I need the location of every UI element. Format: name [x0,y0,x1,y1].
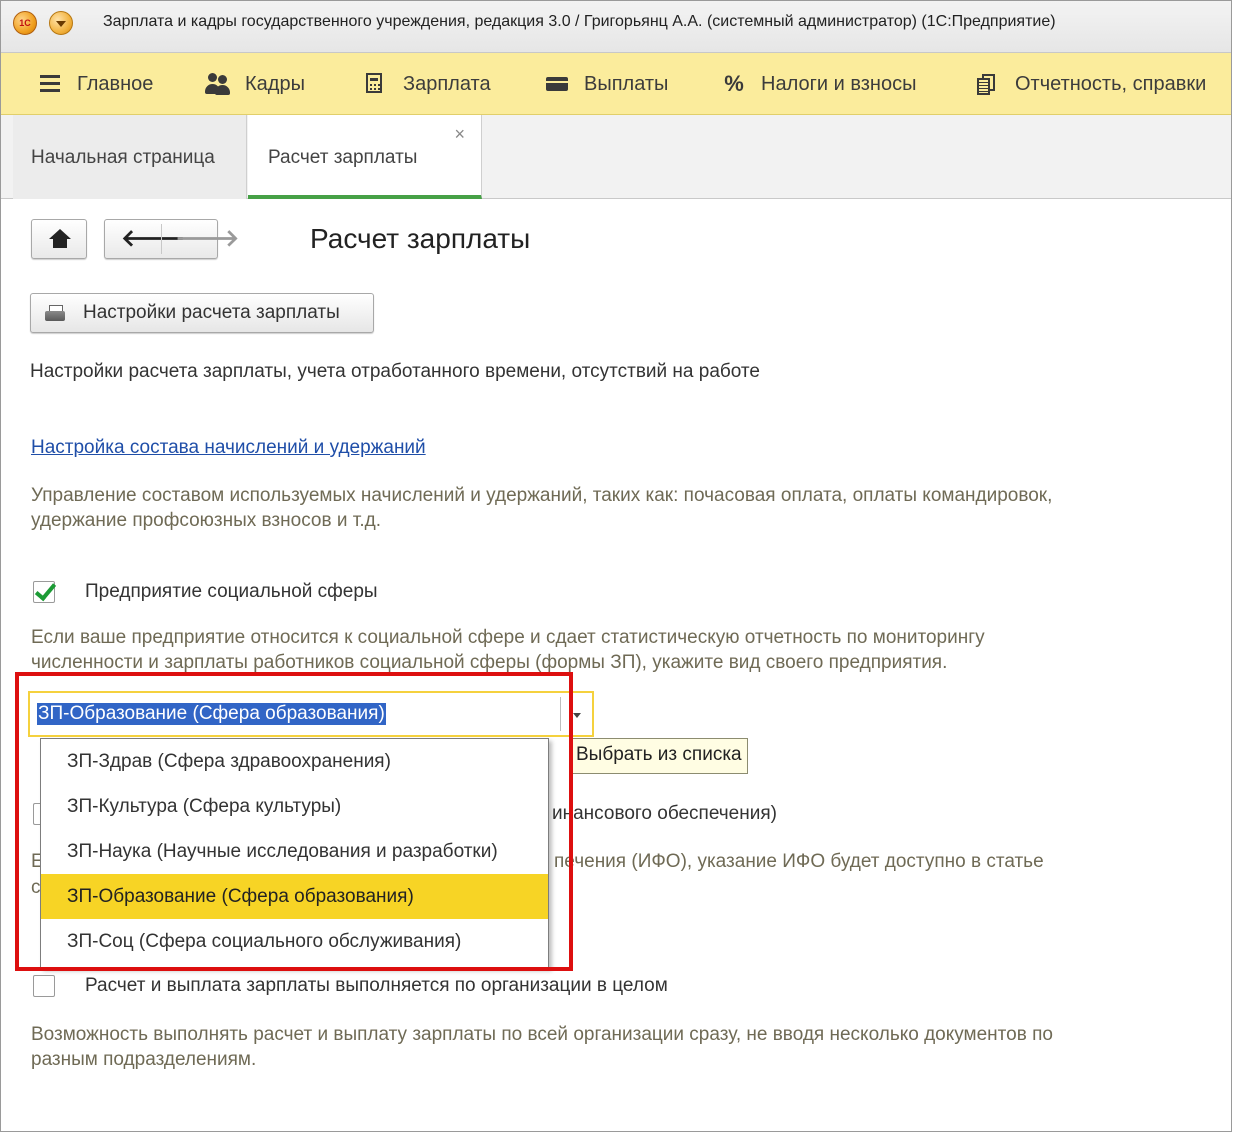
section-taxes[interactable]: % Налоги и взносы [721,53,916,115]
settings-description: Настройки расчета зарплаты, учета отрабо… [30,361,760,382]
close-icon[interactable]: × [454,125,465,143]
calculator-icon [363,72,389,96]
chevron-down-icon[interactable] [573,713,581,718]
card-icon [544,72,570,96]
salary-settings-button[interactable]: Настройки расчета зарплаты [30,293,374,333]
dropdown-option[interactable]: ЗП-Здрав (Сфера здравоохранения) [41,739,548,784]
printer-icon [45,305,65,322]
choose-from-list-tooltip: Выбрать из списка [570,738,748,774]
dropdown-option[interactable]: ЗП-Наука (Научные исследования и разрабо… [41,829,548,874]
menu-lines-icon [37,72,63,96]
funding-source-label-partial: инансового обеспечения) [552,803,777,824]
section-payments-label: Выплаты [584,72,669,95]
section-salary[interactable]: Зарплата [363,53,491,115]
application-window: 1C Зарплата и кадры государственного учр… [0,0,1232,1132]
section-reports[interactable]: Отчетность, справки [975,53,1206,115]
tab-salary-calculation[interactable]: Расчет зарплаты × [248,115,482,199]
section-salary-label: Зарплата [403,72,491,95]
main-menu-icon[interactable] [49,11,73,35]
page-title: Расчет зарплаты [310,223,531,254]
social-hint-line-1: Если ваше предприятие относится к социал… [31,627,985,648]
documents-icon [975,72,1001,96]
select-current-value[interactable]: ЗП-Образование (Сфера образования) [37,703,386,725]
section-main[interactable]: Главное [37,53,153,115]
section-payments[interactable]: Выплаты [544,53,668,115]
tab-home-page-label: Начальная страница [31,147,215,168]
home-button[interactable] [31,219,87,259]
tab-home-page[interactable]: Начальная страница [13,115,247,199]
1c-logo-icon[interactable]: 1C [13,11,37,35]
org-hint-line-1: Возможность выполнять расчет и выплату з… [31,1024,1053,1045]
tab-salary-calculation-label: Расчет зарплаты [268,147,418,168]
select-dropdown-list: ЗП-Здрав (Сфера здравоохранения) ЗП-Куль… [40,738,549,968]
dropdown-option-selected[interactable]: ЗП-Образование (Сфера образования) [41,874,548,919]
funding-hint-partial: печения (ИФО), указание ИФО будет доступ… [554,851,1044,872]
org-hint-line-2: разным подразделениям. [31,1049,257,1070]
section-hr[interactable]: Кадры [205,53,305,115]
social-sphere-label: Предприятие социальной сферы [85,581,378,602]
title-bar: 1C Зарплата и кадры государственного учр… [1,1,1231,53]
accruals-hint-line-2: удержание профсоюзных взносов и т.д. [31,510,381,531]
social-sphere-checkbox[interactable] [33,581,55,603]
divider [161,224,162,254]
open-tabs-bar: Начальная страница Расчет зарплаты × [1,115,1231,199]
section-panel: Главное Кадры Зарплата Выплаты % Налоги … [1,53,1231,115]
section-hr-label: Кадры [245,72,305,95]
org-level-label: Расчет и выплата зарплаты выполняется по… [85,975,668,996]
accruals-hint-line-1: Управление составом используемых начисле… [31,485,1053,506]
dropdown-option[interactable]: ЗП-Соц (Сфера социального обслуживания) [41,919,548,964]
percent-icon: % [724,71,744,96]
salary-settings-form: 🡐 🡒 Расчет зарплаты Настройки расчета за… [1,199,1231,1131]
salary-settings-button-label: Настройки расчета зарплаты [83,302,340,323]
section-taxes-label: Налоги и взносы [761,72,917,95]
social-hint-line-2: численности и зарплаты работников социал… [31,652,948,673]
section-reports-label: Отчетность, справки [1015,72,1207,95]
select-divider [560,697,561,731]
forward-arrow-icon[interactable]: 🡒 [175,226,239,252]
social-sphere-kind-select[interactable]: ЗП-Образование (Сфера образования) [28,691,594,737]
window-title: Зарплата и кадры государственного учрежд… [103,13,1056,30]
people-icon [205,72,231,96]
navigation-buttons: 🡐 🡒 [104,219,239,259]
dropdown-option[interactable]: ЗП-Культура (Сферa культуры) [41,784,548,829]
home-icon [49,229,71,249]
org-level-checkbox[interactable] [33,975,55,997]
accruals-settings-link[interactable]: Настройка состава начислений и удержаний [31,437,426,459]
section-main-label: Главное [77,72,154,95]
